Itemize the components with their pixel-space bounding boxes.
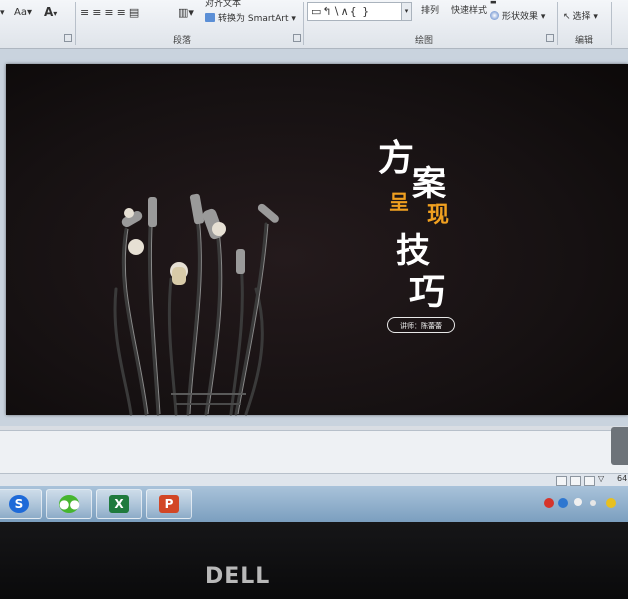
columns-button[interactable]: ▥▾	[178, 6, 194, 19]
select-button[interactable]: ↖ 选择 ▾	[563, 9, 598, 22]
align-buttons[interactable]: ≡≡≡≡▤	[80, 6, 142, 19]
monitor-bezel	[0, 522, 628, 599]
change-case-label: Aa	[14, 7, 27, 18]
shape-fill-button[interactable]: ▬	[490, 0, 497, 6]
slide-canvas[interactable]: 方 案 呈 现 技 巧 讲师：陈蕾蕾	[6, 64, 628, 416]
taskbar-wechat[interactable]: ●●	[46, 489, 92, 519]
tray-security-icon[interactable]	[606, 498, 616, 508]
dell-logo: DELL	[205, 564, 271, 589]
shapes-gallery[interactable]: ▭↰∖∧{ }	[307, 2, 412, 21]
scroll-button[interactable]	[611, 427, 628, 465]
change-case-button[interactable]: Aa▾	[14, 7, 32, 18]
sogou-icon: S	[9, 495, 29, 513]
slide-workspace: 方 案 呈 现 技 巧 讲师：陈蕾蕾	[0, 49, 628, 426]
taskbar-powerpoint[interactable]: P	[146, 489, 192, 519]
font-size-dropdown[interactable]: ▾	[0, 8, 5, 18]
font-color-button[interactable]: A▾	[44, 5, 57, 19]
separator	[75, 2, 76, 45]
powerpoint-icon: P	[159, 495, 179, 513]
slideshow-icon[interactable]: ▽	[598, 474, 604, 483]
tray-network-icon[interactable]	[574, 498, 582, 506]
dialog-launcher[interactable]	[64, 34, 72, 42]
shape-effects-icon	[490, 11, 499, 20]
taskbar-excel[interactable]: X	[96, 489, 142, 519]
shape-effects-button[interactable]: 形状效果 ▾	[490, 9, 545, 22]
paragraph-dialog-launcher[interactable]	[293, 34, 301, 42]
microphones-image	[113, 193, 279, 416]
group-label-drawing: 绘图	[415, 36, 434, 46]
slide-sorter-button[interactable]	[570, 476, 581, 486]
excel-icon: X	[109, 495, 129, 513]
tray-help-icon[interactable]	[558, 498, 568, 508]
quick-styles-button[interactable]: 快速样式	[451, 3, 487, 16]
arrange-button[interactable]: 排列	[421, 3, 439, 16]
shape-effects-label: 形状效果	[502, 12, 539, 22]
screen: ▾ Aa▾ A▾ ≡≡≡≡▤ ▥▾ 对齐文本 转换为 SmartArt ▾ ▭↰…	[0, 0, 628, 522]
reading-view-button[interactable]	[584, 476, 595, 486]
cursor-icon: ↖	[563, 12, 571, 22]
status-bar: ▽ 64	[0, 473, 628, 487]
lecturer-badge: 讲师：陈蕾蕾	[387, 317, 455, 333]
zoom-level[interactable]: 64	[617, 474, 627, 483]
select-label: 选择	[572, 12, 591, 22]
tray-sogou-icon[interactable]	[544, 498, 554, 508]
taskbar-sogou[interactable]: S	[0, 489, 42, 519]
title-char-an: 案	[412, 164, 446, 204]
separator	[557, 2, 558, 45]
smartart-icon	[205, 13, 215, 22]
title-char-ji: 技	[396, 231, 430, 271]
normal-view-button[interactable]	[556, 476, 567, 486]
group-label-paragraph: 段落	[173, 36, 192, 46]
title-char-qiao: 巧	[409, 271, 446, 313]
title-char-fang: 方	[378, 137, 415, 179]
drawing-dialog-launcher[interactable]	[546, 34, 554, 42]
title-char-xian: 现	[427, 202, 450, 228]
notes-pane[interactable]	[0, 430, 628, 473]
align-text-button[interactable]: 对齐文本	[205, 0, 241, 9]
ribbon: ▾ Aa▾ A▾ ≡≡≡≡▤ ▥▾ 对齐文本 转换为 SmartArt ▾ ▭↰…	[0, 0, 628, 49]
tray-volume-icon[interactable]	[590, 500, 596, 506]
title-char-cheng: 呈	[389, 190, 409, 214]
convert-smartart-label: 转换为 SmartArt	[218, 14, 289, 24]
wechat-icon: ●●	[59, 495, 80, 513]
separator	[611, 2, 612, 45]
separator	[303, 2, 304, 45]
gallery-more-button[interactable]: ▾	[401, 2, 412, 21]
taskbar: S ●● X P	[0, 486, 628, 522]
group-label-editing: 编辑	[575, 36, 594, 46]
convert-smartart-button[interactable]: 转换为 SmartArt ▾	[205, 11, 296, 24]
